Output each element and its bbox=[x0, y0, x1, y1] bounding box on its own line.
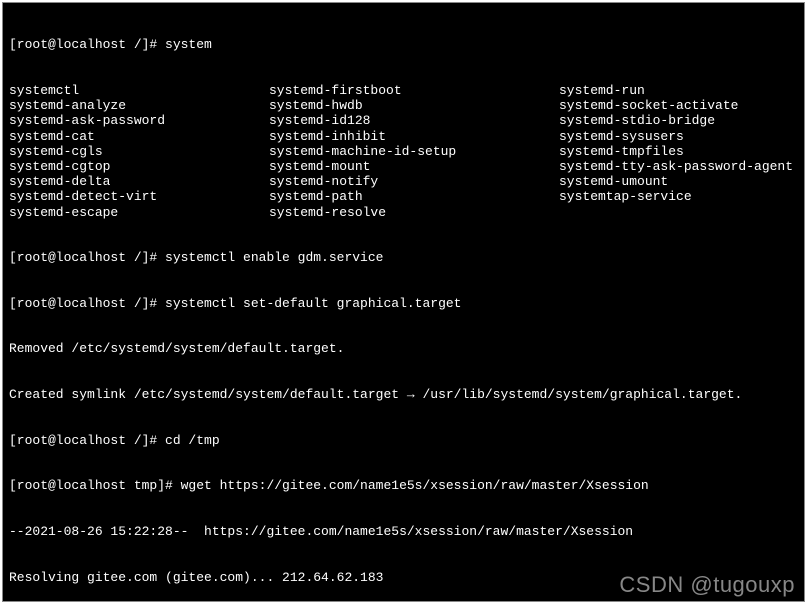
completion-item: systemd-resolve bbox=[269, 205, 559, 220]
completion-item: systemd-ask-password bbox=[9, 113, 269, 128]
cmd-line: [root@localhost /]# systemctl set-defaul… bbox=[9, 296, 798, 311]
terminal-window[interactable]: [root@localhost /]# system systemctlsyst… bbox=[2, 2, 805, 602]
completion-item: systemd-mount bbox=[269, 159, 559, 174]
completion-item: systemd-tmpfiles bbox=[559, 144, 798, 159]
cmd-line: [root@localhost tmp]# wget https://gitee… bbox=[9, 478, 798, 493]
output-line: --2021-08-26 15:22:28-- https://gitee.co… bbox=[9, 524, 798, 539]
completion-item: systemd-escape bbox=[9, 205, 269, 220]
output-line: Removed /etc/systemd/system/default.targ… bbox=[9, 341, 798, 356]
completion-item: systemd-run bbox=[559, 83, 798, 98]
completion-item: systemd-cat bbox=[9, 129, 269, 144]
completion-item: systemd-stdio-bridge bbox=[559, 113, 798, 128]
completion-item: systemd-tty-ask-password-agent bbox=[559, 159, 798, 174]
completion-item: systemd-firstboot bbox=[269, 83, 559, 98]
completion-item bbox=[559, 205, 798, 220]
output-line: Created symlink /etc/systemd/system/defa… bbox=[9, 387, 798, 402]
completion-item: systemd-socket-activate bbox=[559, 98, 798, 113]
completion-item: systemd-id128 bbox=[269, 113, 559, 128]
completion-item: systemd-cgls bbox=[9, 144, 269, 159]
completion-item: systemctl bbox=[9, 83, 269, 98]
completion-item: systemd-delta bbox=[9, 174, 269, 189]
completion-item: systemd-hwdb bbox=[269, 98, 559, 113]
output-line: Resolving gitee.com (gitee.com)... 212.6… bbox=[9, 570, 798, 585]
completion-item: systemd-inhibit bbox=[269, 129, 559, 144]
completion-item: systemd-analyze bbox=[9, 98, 269, 113]
completion-item: systemtap-service bbox=[559, 189, 798, 204]
cmd-line: [root@localhost /]# systemctl enable gdm… bbox=[9, 250, 798, 265]
completion-item: systemd-machine-id-setup bbox=[269, 144, 559, 159]
completion-item: systemd-cgtop bbox=[9, 159, 269, 174]
completion-item: systemd-path bbox=[269, 189, 559, 204]
completion-item: systemd-notify bbox=[269, 174, 559, 189]
completion-item: systemd-umount bbox=[559, 174, 798, 189]
completion-item: systemd-sysusers bbox=[559, 129, 798, 144]
prompt-line: [root@localhost /]# system bbox=[9, 37, 798, 52]
tab-completions: systemctlsystemd-firstbootsystemd-runsys… bbox=[9, 83, 798, 220]
cmd-line: [root@localhost /]# cd /tmp bbox=[9, 433, 798, 448]
completion-item: systemd-detect-virt bbox=[9, 189, 269, 204]
